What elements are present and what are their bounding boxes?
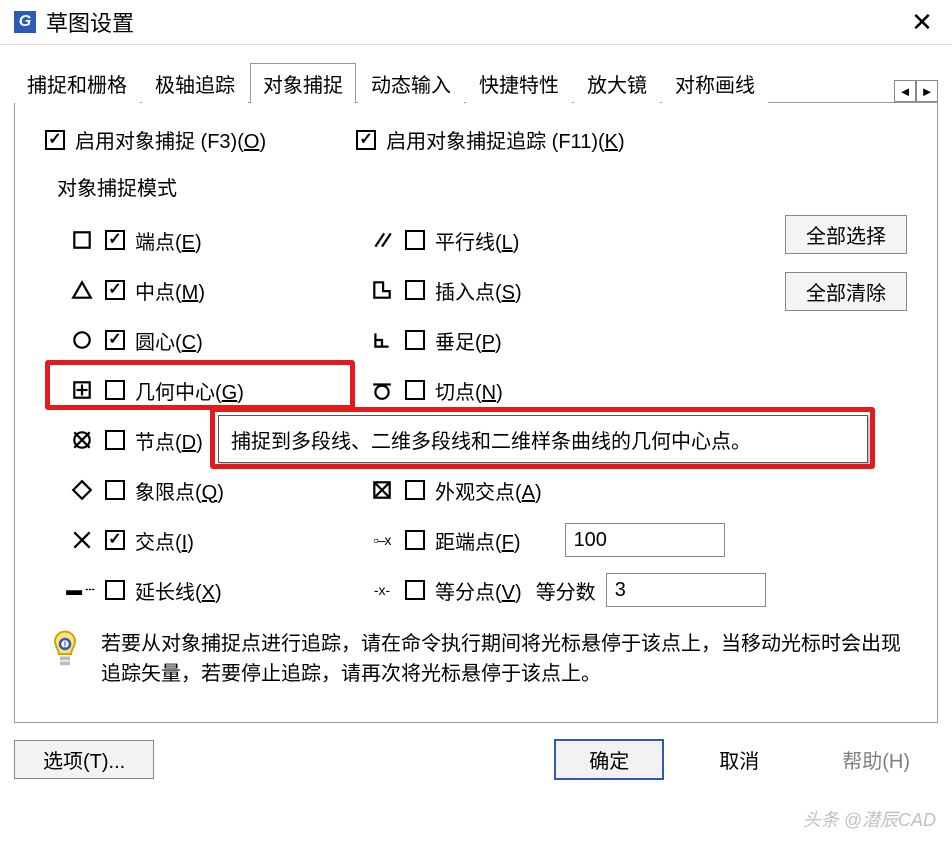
osnap-apparent-intersect[interactable]: 外观交点(A) (405, 476, 542, 505)
enable-osnap-checkbox[interactable]: 启用对象捕捉 (F3)(O) (45, 125, 266, 154)
tangent-icon (365, 379, 399, 401)
geometric-center-icon (65, 379, 99, 401)
node-icon (65, 429, 99, 451)
tab-sym-draw[interactable]: 对称画线 (662, 63, 768, 103)
clear-all-button[interactable]: 全部清除 (785, 272, 907, 311)
osnap-grid: 全部选择 全部清除 端点(E) 平行线(L) 中点(M) (65, 215, 907, 615)
midpoint-icon (65, 279, 99, 301)
apparent-intersect-icon (365, 479, 399, 501)
osnap-geometric-center[interactable]: 几何中心(G) (105, 376, 244, 405)
osnap-midpoint[interactable]: 中点(M) (105, 276, 205, 305)
app-icon: G (14, 11, 36, 33)
tabstrip: 捕捉和栅格 极轴追踪 对象捕捉 动态输入 快捷特性 放大镜 对称画线 ◄ ► (14, 63, 938, 103)
tip-row: ! 若要从对象捕捉点进行追踪，请在命令执行期间将光标悬停于该点上，当移动光标时会… (45, 629, 907, 689)
extension-icon: ▬┄ (65, 580, 99, 600)
from-endpoint-input[interactable] (565, 523, 725, 557)
osnap-panel: 启用对象捕捉 (F3)(O) 启用对象捕捉追踪 (F11)(K) 对象捕捉模式 … (14, 103, 938, 723)
osnap-extension[interactable]: 延长线(X) (105, 576, 222, 605)
tab-scroll-right-icon[interactable]: ► (916, 80, 938, 102)
checkbox-icon (45, 130, 65, 150)
titlebar: G 草图设置 ✕ (0, 0, 952, 45)
osnap-divide[interactable]: 等分点(V) (405, 576, 522, 605)
tip-text: 若要从对象捕捉点进行追踪，请在命令执行期间将光标悬停于该点上，当移动光标时会出现… (101, 629, 907, 689)
osnap-tangent[interactable]: 切点(N) (405, 376, 503, 405)
tab-magnifier[interactable]: 放大镜 (574, 63, 660, 103)
cancel-button[interactable]: 取消 (684, 741, 794, 778)
lightbulb-icon: ! (45, 629, 85, 689)
insertion-icon (365, 279, 399, 301)
osnap-perpendicular[interactable]: 垂足(P) (405, 326, 502, 355)
enable-otrack-checkbox[interactable]: 启用对象捕捉追踪 (F11)(K) (356, 125, 625, 154)
center-icon (65, 329, 99, 351)
help-button[interactable]: 帮助(H) (814, 741, 938, 778)
intersection-icon (65, 529, 99, 551)
osnap-center[interactable]: 圆心(C) (105, 326, 203, 355)
endpoint-icon (65, 229, 99, 251)
osnap-node[interactable]: 节点(D) (105, 426, 203, 455)
tab-snap-grid[interactable]: 捕捉和栅格 (14, 63, 140, 103)
close-icon[interactable]: ✕ (906, 7, 938, 38)
tab-dyn-input[interactable]: 动态输入 (358, 63, 464, 103)
osnap-endpoint[interactable]: 端点(E) (105, 226, 202, 255)
watermark: 头条 @潜辰CAD (803, 806, 936, 832)
dialog-title: 草图设置 (46, 6, 134, 38)
osnap-parallel[interactable]: 平行线(L) (405, 226, 519, 255)
ok-button[interactable]: 确定 (554, 739, 664, 780)
dialog-footer: 选项(T)... 确定 取消 帮助(H) (0, 733, 952, 786)
checkbox-icon (356, 130, 376, 150)
quadrant-icon (65, 479, 99, 501)
tab-quick-props[interactable]: 快捷特性 (466, 63, 572, 103)
tooltip: 捕捉到多段线、二维多段线和二维样条曲线的几何中心点。 (218, 415, 868, 463)
divide-count-label: 等分数 (536, 576, 596, 605)
divide-icon: -x- (365, 582, 399, 598)
select-all-button[interactable]: 全部选择 (785, 215, 907, 254)
svg-text:!: ! (64, 640, 67, 650)
divide-count-input[interactable] (606, 573, 766, 607)
osnap-quadrant[interactable]: 象限点(Q) (105, 476, 224, 505)
perpendicular-icon (365, 329, 399, 351)
tab-scroll-left-icon[interactable]: ◄ (894, 80, 916, 102)
parallel-icon (365, 229, 399, 251)
osnap-insertion[interactable]: 插入点(S) (405, 276, 522, 305)
tab-osnap[interactable]: 对象捕捉 (250, 63, 356, 103)
osnap-from-endpoint[interactable]: 距端点(F) (405, 526, 521, 555)
osnap-intersection[interactable]: 交点(I) (105, 526, 194, 555)
group-title: 对象捕捉模式 (57, 172, 907, 201)
tab-polar[interactable]: 极轴追踪 (142, 63, 248, 103)
options-button[interactable]: 选项(T)... (14, 740, 154, 779)
from-endpoint-icon: ▫–x (365, 532, 399, 548)
